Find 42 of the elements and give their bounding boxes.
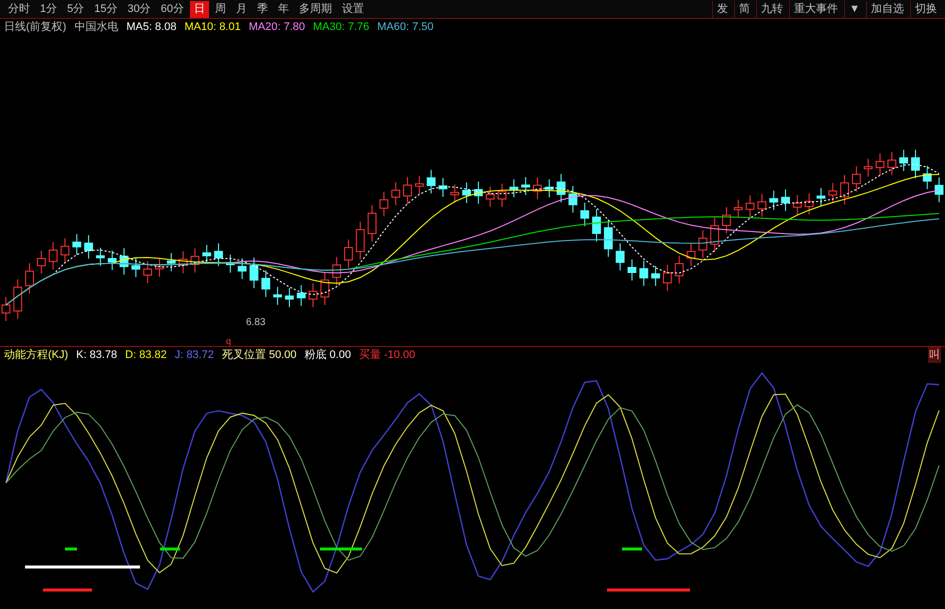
signal-bar	[160, 548, 180, 550]
indicator-value: D: 83.82	[125, 348, 167, 363]
period-tab[interactable]: 年	[274, 0, 293, 18]
period-tab[interactable]: 1分	[36, 0, 62, 18]
signal-bar	[43, 588, 92, 592]
toolbar-button[interactable]: 重大事件	[789, 0, 842, 18]
period-tab[interactable]: 15分	[90, 0, 122, 18]
period-tab[interactable]: 5分	[63, 0, 88, 18]
toolbar-button[interactable]: 切换	[910, 0, 941, 18]
toolbar-button[interactable]: 发	[712, 0, 732, 18]
period-tab[interactable]: 分时	[4, 0, 34, 18]
signal-bar	[320, 548, 362, 550]
indicator-value: J: 83.72	[174, 348, 214, 363]
ma-value: MA30: 7.76	[313, 20, 370, 35]
stock-name: 中国水电	[74, 20, 118, 35]
indicator-value: 粉底 0.00	[304, 348, 351, 363]
period-tab[interactable]: 多周期	[295, 0, 336, 18]
period-tab[interactable]: 30分	[124, 0, 155, 18]
signal-bar	[65, 548, 77, 550]
ma-value: MA10: 8.01	[184, 20, 241, 35]
indicator-value: K: 83.78	[76, 348, 118, 363]
period-tab[interactable]: 季	[253, 0, 272, 18]
indicator-title: 动能方程(KJ)	[4, 348, 68, 363]
ma-value: MA60: 7.50	[377, 20, 434, 35]
edge-label: 叫	[928, 346, 941, 364]
low-price-label: 6.83	[246, 316, 266, 330]
toolbar-button[interactable]: 九转	[756, 0, 788, 18]
indicator-value: 死叉位置 50.00	[222, 348, 296, 363]
ma-value: MA20: 7.80	[248, 20, 305, 35]
toolbar-button[interactable]: ▼	[844, 0, 864, 18]
period-tab[interactable]: 周	[211, 0, 230, 18]
period-tab[interactable]: 60分	[156, 0, 188, 18]
period-tab[interactable]: 日	[190, 0, 209, 18]
toolbar-button[interactable]: 加自选	[866, 0, 908, 18]
period-tab[interactable]: 设置	[338, 0, 368, 18]
signal-bar	[622, 548, 642, 550]
date-marker: q	[226, 337, 232, 346]
indicator-value: 买量 -10.00	[358, 348, 416, 363]
period-tab[interactable]: 月	[232, 0, 251, 18]
chart-title: 日线(前复权)	[4, 20, 66, 35]
ma-value: MA5: 8.08	[126, 20, 176, 35]
toolbar-button[interactable]: 简	[734, 0, 754, 18]
